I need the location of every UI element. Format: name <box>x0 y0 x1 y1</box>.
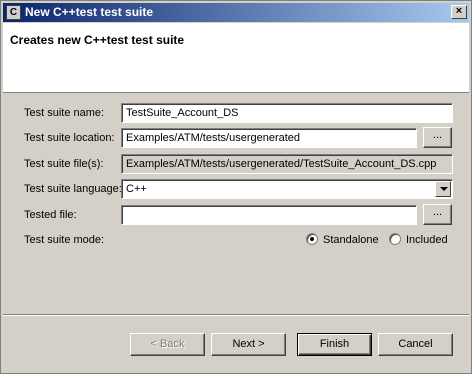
suite-language-select[interactable]: C++ <box>121 179 453 199</box>
suite-name-input[interactable]: TestSuite_Account_DS <box>121 103 453 123</box>
tested-file-browse-button[interactable]: ... <box>423 204 452 225</box>
suite-mode-label: Test suite mode: <box>24 234 105 246</box>
title-bar[interactable]: C New C++test test suite × <box>3 3 469 22</box>
back-button[interactable]: < Back <box>130 333 205 356</box>
included-radio[interactable] <box>389 233 401 245</box>
header-description: Creates new C++test test suite <box>10 33 185 47</box>
chevron-down-icon[interactable] <box>435 181 451 197</box>
location-browse-button[interactable]: ... <box>423 127 452 148</box>
window-title: New C++test test suite <box>25 5 154 19</box>
header-banner: Creates new C++test test suite <box>3 23 469 93</box>
suite-files-field: Examples/ATM/tests/usergenerated/TestSui… <box>121 154 453 174</box>
next-button[interactable]: Next > <box>211 333 286 356</box>
suite-files-label: Test suite file(s): <box>24 158 104 170</box>
suite-language-value: C++ <box>126 183 147 195</box>
app-icon: C <box>6 5 21 20</box>
standalone-radio-label[interactable]: Standalone <box>323 234 379 246</box>
dialog-window: C New C++test test suite × Creates new C… <box>0 0 472 374</box>
suite-location-input[interactable]: Examples/ATM/tests/usergenerated <box>121 128 417 148</box>
close-button[interactable]: × <box>451 5 467 19</box>
finish-button[interactable]: Finish <box>297 333 372 356</box>
close-icon: × <box>455 5 463 17</box>
tested-file-input[interactable] <box>121 205 417 225</box>
suite-name-label: Test suite name: <box>24 107 105 119</box>
included-radio-label[interactable]: Included <box>406 234 448 246</box>
suite-language-label: Test suite language: <box>24 183 122 195</box>
button-separator <box>3 314 469 316</box>
cancel-button[interactable]: Cancel <box>378 333 453 356</box>
standalone-radio[interactable] <box>306 233 318 245</box>
tested-file-label: Tested file: <box>24 209 77 221</box>
suite-location-label: Test suite location: <box>24 132 115 144</box>
